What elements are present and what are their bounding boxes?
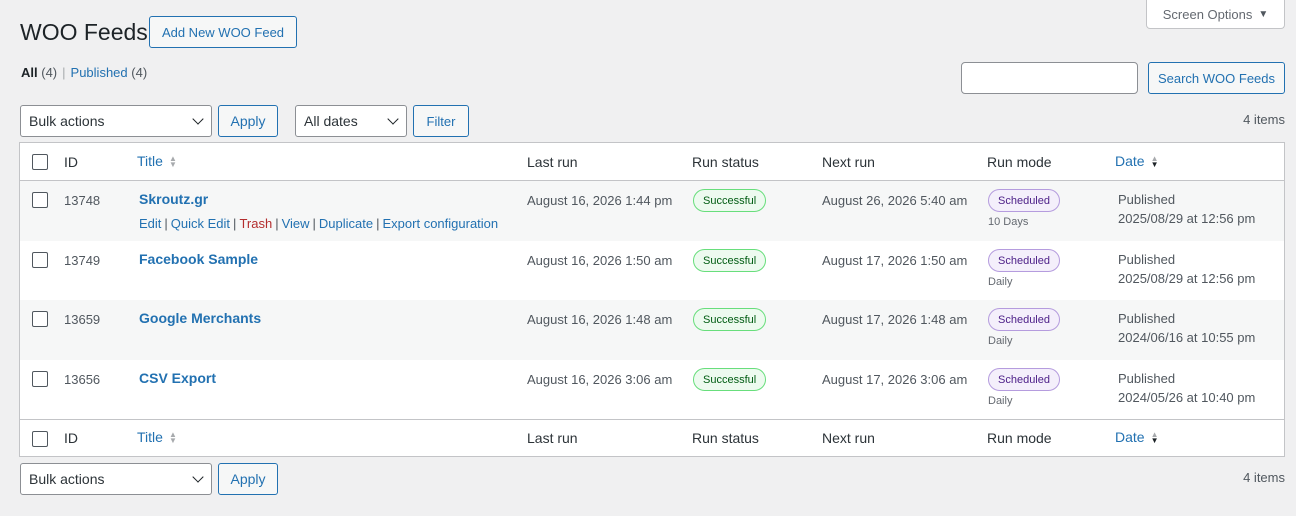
next-run: August 26, 2026 5:40 am <box>822 193 968 208</box>
run-mode-badge: Scheduled <box>988 368 1060 391</box>
view-separator: | <box>62 65 66 80</box>
row-checkbox[interactable] <box>32 252 48 268</box>
date-status: Published <box>1118 371 1176 386</box>
column-date-sort[interactable]: Date ▲ ▼ <box>1115 429 1159 445</box>
chevron-down-icon <box>387 113 399 125</box>
edit-link[interactable]: Edit <box>139 216 161 231</box>
run-mode-badge: Scheduled <box>988 308 1060 331</box>
sort-arrows-icon: ▲ ▼ <box>168 430 177 446</box>
column-next-run: Next run <box>822 154 875 170</box>
status-badge: Successful <box>693 368 767 391</box>
bulk-actions-label: Bulk actions <box>29 471 105 487</box>
view-link[interactable]: View <box>282 216 310 231</box>
column-run-mode: Run mode <box>987 430 1052 446</box>
table-row: 13656 CSV Export August 16, 2026 3:06 am… <box>20 360 1284 420</box>
row-title-link[interactable]: Facebook Sample <box>139 251 258 267</box>
filter-button[interactable]: Filter <box>413 105 469 137</box>
run-mode-badge: Scheduled <box>988 249 1060 272</box>
view-all-link[interactable]: All (4) <box>21 65 57 80</box>
row-id: 13656 <box>64 372 101 387</box>
date-status: Published <box>1118 192 1176 207</box>
run-mode-interval: Daily <box>988 335 1013 347</box>
row-title-link[interactable]: Skroutz.gr <box>139 191 208 207</box>
apply-button-top[interactable]: Apply <box>218 105 278 137</box>
column-title-sort[interactable]: Title ▲ ▼ <box>137 153 177 169</box>
table-header: ID Title ▲ ▼ Last run Run status Next run … <box>20 143 1284 181</box>
sort-arrows-icon: ▲ ▼ <box>168 154 177 170</box>
row-id: 13659 <box>64 312 101 327</box>
status-views: All (4) | Published (4) <box>21 65 147 80</box>
add-new-feed-button[interactable]: Add New WOO Feed <box>149 16 297 48</box>
items-count-top: 4 items <box>1243 112 1285 127</box>
search-input[interactable] <box>961 62 1138 94</box>
row-actions: Edit | Quick Edit | Trash | View | Duplicate | Exp… <box>139 216 499 231</box>
run-mode-interval: Daily <box>988 276 1013 288</box>
items-count-bottom: 4 items <box>1243 470 1285 485</box>
quick-edit-link[interactable]: Quick Edit <box>171 216 230 231</box>
column-id: ID <box>64 154 78 170</box>
column-date-sort[interactable]: Date ▲ ▼ <box>1115 153 1159 169</box>
last-run: August 16, 2026 1:48 am <box>527 312 673 327</box>
duplicate-link[interactable]: Duplicate <box>319 216 373 231</box>
column-next-run: Next run <box>822 430 875 446</box>
row-title-link[interactable]: Google Merchants <box>139 310 261 326</box>
feeds-table: ID Title ▲ ▼ Last run Run status Next run … <box>19 142 1285 457</box>
column-run-mode: Run mode <box>987 154 1052 170</box>
status-badge: Successful <box>693 249 767 272</box>
date-value: 2024/06/16 at 10:55 pm <box>1118 330 1256 345</box>
row-checkbox[interactable] <box>32 311 48 327</box>
select-all-checkbox[interactable] <box>32 154 48 170</box>
run-mode-interval: Daily <box>988 395 1013 407</box>
row-id: 13749 <box>64 253 101 268</box>
chevron-down-icon <box>192 113 204 125</box>
row-checkbox[interactable] <box>32 371 48 387</box>
date-value: 2024/05/26 at 10:40 pm <box>1118 390 1256 405</box>
table-footer: ID Title ▲ ▼ Last run Run status Next run … <box>20 419 1284 456</box>
table-row: 13749 Facebook Sample August 16, 2026 1:… <box>20 241 1284 301</box>
next-run: August 17, 2026 1:48 am <box>822 312 968 327</box>
last-run: August 16, 2026 1:44 pm <box>527 193 673 208</box>
date-value: 2025/08/29 at 12:56 pm <box>1118 271 1256 286</box>
screen-options-label: Screen Options <box>1162 6 1253 22</box>
column-title-sort[interactable]: Title ▲ ▼ <box>137 429 177 445</box>
screen-options-button[interactable]: Screen Options ▼ <box>1146 0 1285 29</box>
chevron-down-icon <box>192 471 204 483</box>
bulk-actions-select-bottom[interactable]: Bulk actions <box>20 463 212 495</box>
status-badge: Successful <box>693 189 767 212</box>
search-feeds-button[interactable]: Search WOO Feeds <box>1148 62 1285 94</box>
last-run: August 16, 2026 1:50 am <box>527 253 673 268</box>
view-published-link[interactable]: Published (4) <box>71 65 148 80</box>
export-configuration-link[interactable]: Export configuration <box>383 216 499 231</box>
date-value: 2025/08/29 at 12:56 pm <box>1118 211 1256 226</box>
column-run-status: Run status <box>692 430 759 446</box>
table-row: 13659 Google Merchants August 16, 2026 1… <box>20 300 1284 360</box>
caret-down-icon: ▼ <box>1258 8 1269 20</box>
date-status: Published <box>1118 252 1176 267</box>
select-all-checkbox-footer[interactable] <box>32 431 48 447</box>
column-last-run: Last run <box>527 154 578 170</box>
run-mode-badge: Scheduled <box>988 189 1060 212</box>
row-id: 13748 <box>64 193 101 208</box>
column-id: ID <box>64 430 78 446</box>
last-run: August 16, 2026 3:06 am <box>527 372 673 387</box>
bulk-actions-label: Bulk actions <box>29 113 105 129</box>
apply-button-bottom[interactable]: Apply <box>218 463 278 495</box>
dates-filter-label: All dates <box>304 113 358 129</box>
row-checkbox[interactable] <box>32 192 48 208</box>
column-run-status: Run status <box>692 154 759 170</box>
dates-filter-select[interactable]: All dates <box>295 105 407 137</box>
run-mode-interval: 10 Days <box>988 216 1029 228</box>
sort-arrows-icon: ▲ ▼ <box>1150 154 1159 170</box>
page-title: WOO Feeds <box>20 19 148 45</box>
trash-link[interactable]: Trash <box>239 216 272 231</box>
bulk-actions-select-top[interactable]: Bulk actions <box>20 105 212 137</box>
next-run: August 17, 2026 1:50 am <box>822 253 968 268</box>
column-last-run: Last run <box>527 430 578 446</box>
status-badge: Successful <box>693 308 767 331</box>
table-row: 13748 Skroutz.gr Edit | Quick Edit | Trash | V… <box>20 181 1284 241</box>
date-status: Published <box>1118 311 1176 326</box>
next-run: August 17, 2026 3:06 am <box>822 372 968 387</box>
row-title-link[interactable]: CSV Export <box>139 370 216 386</box>
sort-arrows-icon: ▲ ▼ <box>1150 430 1159 446</box>
